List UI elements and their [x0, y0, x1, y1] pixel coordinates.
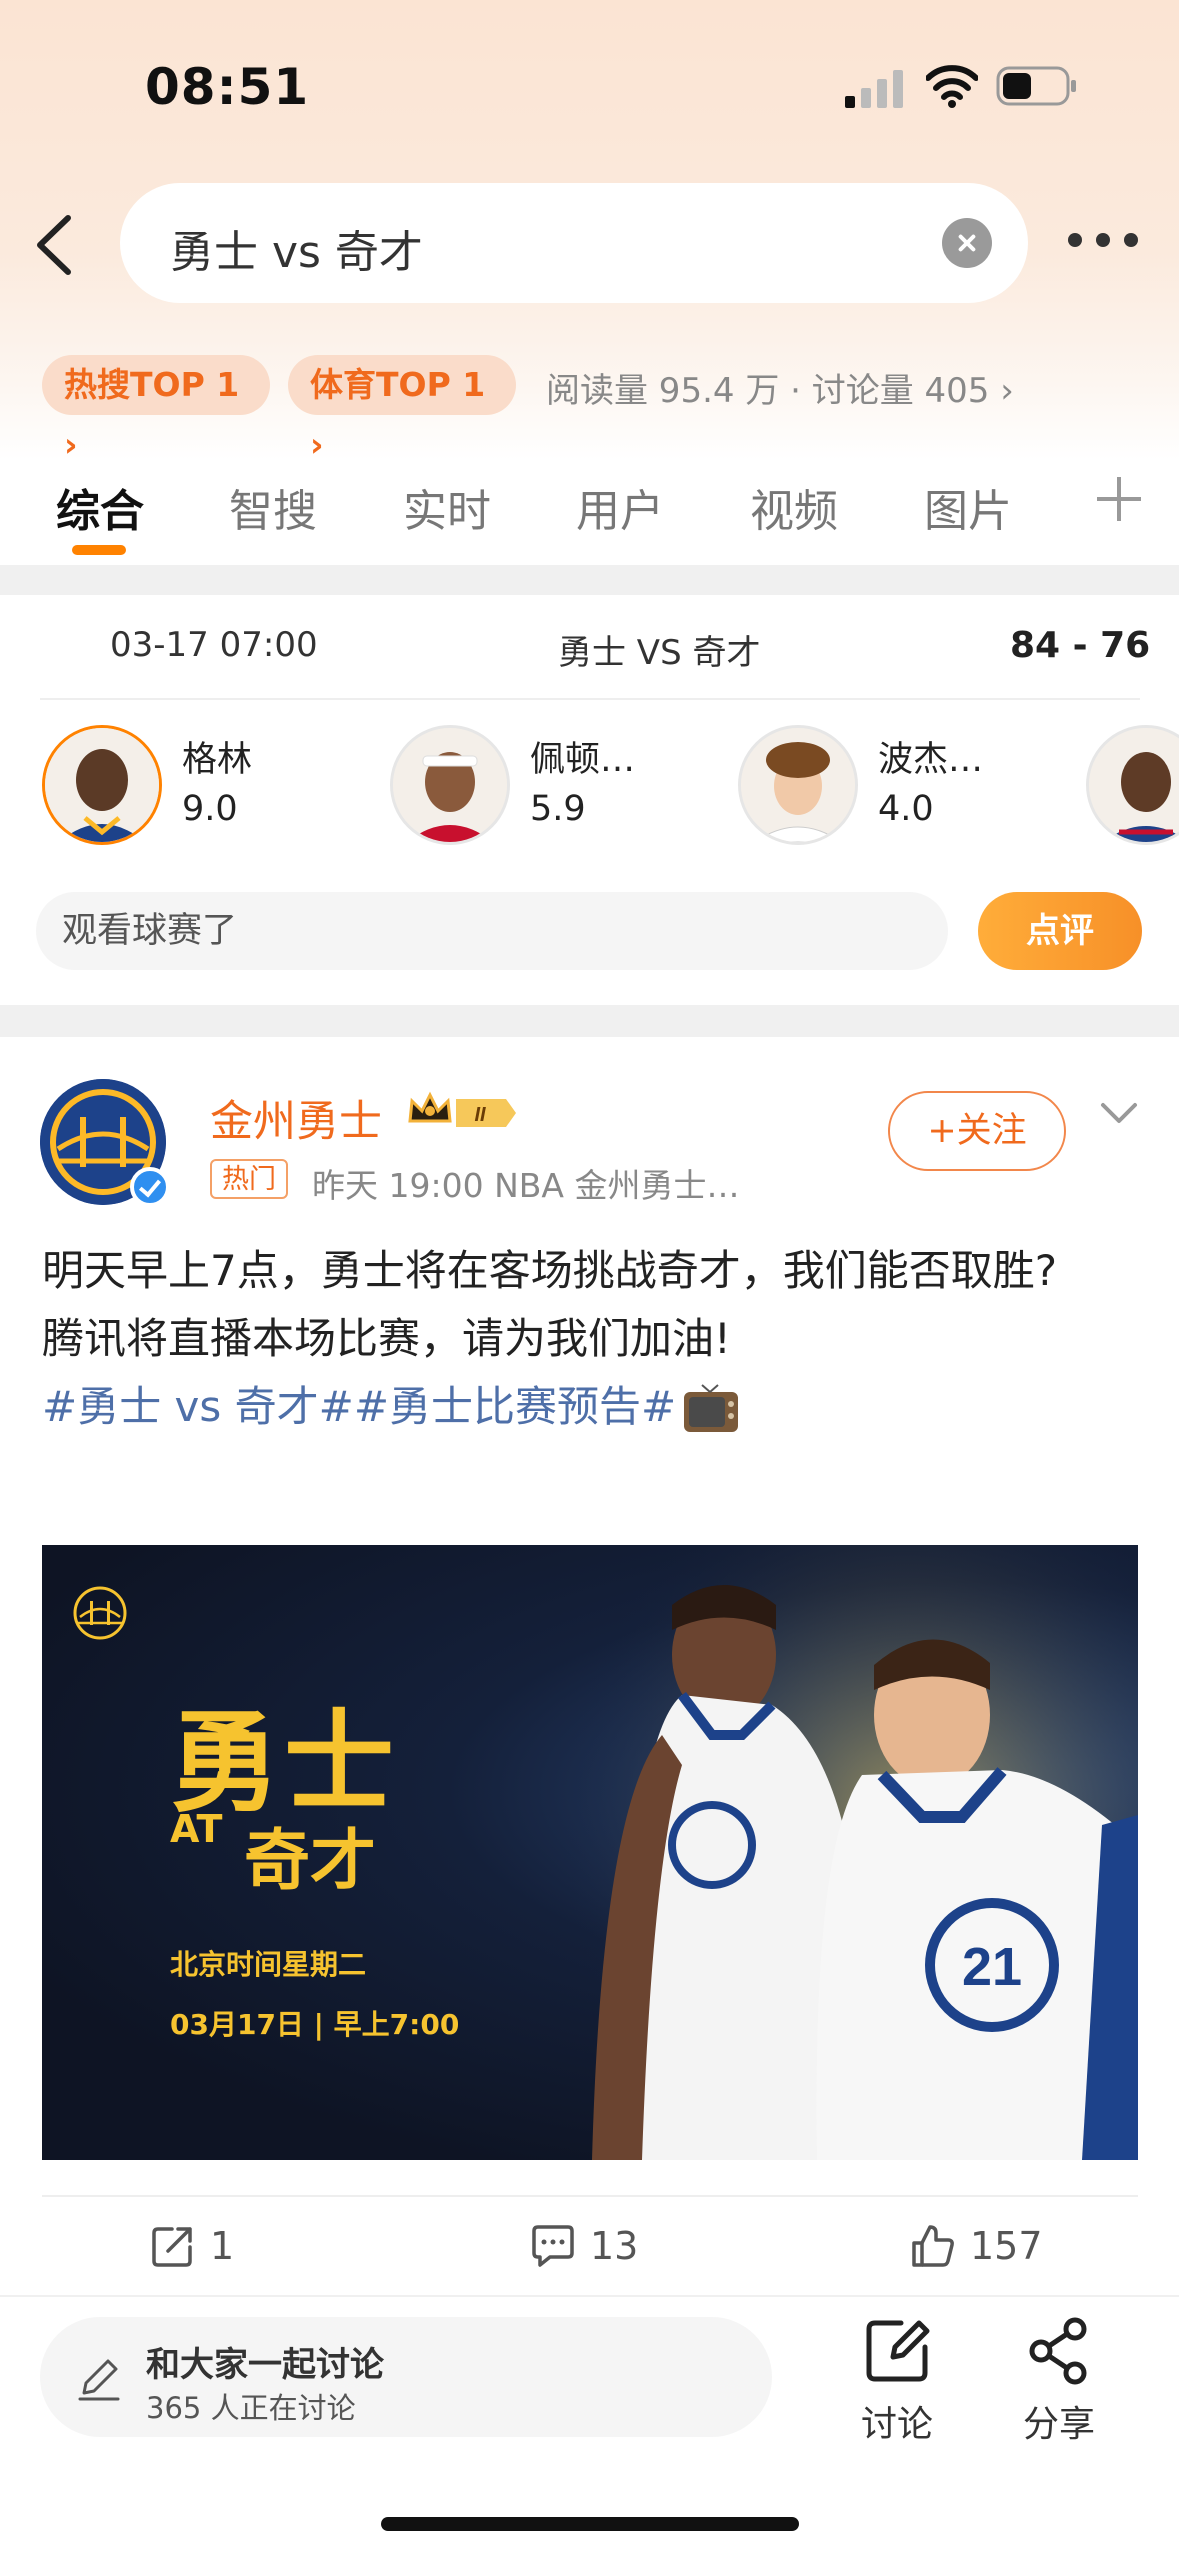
section-divider	[0, 565, 1179, 595]
comment-icon	[532, 2225, 574, 2267]
tab-realtime[interactable]: 实时	[403, 475, 491, 539]
player-avatar	[42, 725, 162, 845]
game-score: 84 - 76	[1010, 625, 1151, 666]
add-tab-icon[interactable]	[1097, 477, 1141, 521]
team-logo-icon	[73, 1586, 127, 1640]
discuss-prompt: 和大家一起讨论	[146, 2345, 384, 2385]
player-rating-item[interactable]: 波杰… 4.0	[738, 725, 1038, 845]
tab-users[interactable]: 用户	[576, 475, 664, 539]
pencil-icon	[78, 2359, 120, 2401]
cellular-signal-icon	[845, 70, 903, 108]
status-time: 08:51	[145, 58, 310, 116]
clear-search-icon[interactable]	[942, 218, 992, 268]
post-hashtags-line: #勇士 vs 奇才##勇士比赛预告#	[42, 1373, 1142, 1441]
poster-at-label: AT	[170, 1807, 223, 1851]
tab-videos[interactable]: 视频	[750, 475, 838, 539]
wifi-icon	[926, 65, 978, 108]
player-score: 5.9	[530, 789, 586, 829]
player-rating-item[interactable]: 格林 9.0	[42, 725, 342, 845]
comment-button[interactable]: 13	[530, 2221, 638, 2271]
post-body: 明天早上7点，勇士将在客场挑战奇才，我们能否取胜? 腾讯将直播本场比赛，请为我们…	[42, 1237, 1142, 1441]
back-icon[interactable]	[30, 210, 80, 280]
game-matchup: 勇士 VS 奇才	[558, 633, 761, 673]
status-bar: 08:51	[0, 0, 1179, 170]
post-image-poster[interactable]: 勇士 AT 奇才 北京时间星期二 03月17日 | 早上7:00 21	[42, 1545, 1138, 2160]
player-score: 4.0	[878, 789, 934, 829]
post-text-line: 腾讯将直播本场比赛，请为我们加油!	[42, 1314, 731, 1363]
section-divider	[0, 1005, 1179, 1037]
game-comment-input[interactable]: 观看球赛了	[36, 892, 948, 970]
poster-timezone: 北京时间星期二	[170, 1948, 367, 1981]
search-input[interactable]: 勇士 vs 奇才	[120, 183, 1028, 303]
player-rating-item[interactable]: 佩顿… 5.9	[390, 725, 690, 845]
hot-search-rank-badge[interactable]: 热搜TOP 1 ›	[42, 355, 270, 464]
tv-emoji-icon	[684, 1383, 739, 1432]
post-meta: 昨天 19:00 NBA 金州勇士…	[312, 1166, 740, 1205]
like-count: 157	[970, 2224, 1043, 2268]
poster-datetime: 03月17日 | 早上7:00	[170, 2008, 460, 2041]
weibo-post[interactable]: 金州勇士 II 热门 昨天 19:00 NBA 金州勇士… +关注 明天早上7点…	[0, 1037, 1179, 2295]
edit-square-icon	[866, 2320, 930, 2382]
bottom-bar: 和大家一起讨论 365 人正在讨论 讨论 分享	[0, 2295, 1179, 2556]
share-button[interactable]: 分享	[1004, 2315, 1114, 2445]
sports-rank-badge[interactable]: 体育TOP 1 ›	[288, 355, 516, 464]
discuss-input[interactable]: 和大家一起讨论 365 人正在讨论	[40, 2317, 772, 2437]
comment-count: 13	[590, 2224, 639, 2268]
search-query: 勇士 vs 奇才	[170, 227, 423, 278]
crown-level-icon: II	[408, 1091, 516, 1127]
rate-button[interactable]: 点评	[978, 892, 1142, 970]
chevron-down-icon[interactable]	[1100, 1101, 1138, 1125]
tab-comprehensive[interactable]: 综合	[56, 475, 144, 539]
repost-count: 1	[210, 2224, 235, 2268]
home-indicator[interactable]	[381, 2517, 799, 2531]
game-score-card[interactable]: 03-17 07:00 勇士 VS 奇才 84 - 76 格林 9.0 佩顿… …	[0, 595, 1179, 1005]
repost-button[interactable]: 1	[150, 2221, 234, 2271]
like-icon	[912, 2225, 954, 2267]
more-options-icon[interactable]	[1068, 233, 1138, 253]
svg-text:21: 21	[962, 1937, 1022, 1997]
player-avatar	[1086, 725, 1179, 845]
player-score: 9.0	[182, 789, 238, 829]
level-label: II	[474, 1104, 486, 1126]
share-label: 分享	[1022, 2404, 1095, 2445]
game-date: 03-17 07:00	[110, 625, 318, 665]
player-avatar	[738, 725, 858, 845]
player-avatar	[390, 725, 510, 845]
like-button[interactable]: 157	[910, 2221, 1043, 2271]
verified-icon	[130, 1167, 170, 1207]
repost-icon	[152, 2227, 192, 2267]
battery-icon	[996, 66, 1076, 106]
player-name: 波杰…	[878, 740, 984, 780]
post-action-bar: 1 13 157	[0, 2195, 1179, 2285]
share-icon	[1029, 2317, 1087, 2385]
search-tabs: 综合 智搜 实时 用户 视频 图片	[0, 455, 1179, 565]
hot-tag: 热门	[210, 1159, 288, 1199]
poster-opponent: 奇才	[244, 1822, 376, 1899]
player-name: 格林	[182, 740, 253, 780]
hashtag-link[interactable]: #勇士 vs 奇才##勇士比赛预告#	[42, 1382, 676, 1431]
card-divider	[40, 698, 1140, 700]
author-name[interactable]: 金州勇士	[210, 1087, 382, 1149]
player-name: 佩顿…	[530, 740, 636, 780]
active-tab-indicator	[72, 545, 126, 555]
post-text-line: 明天早上7点，勇士将在客场挑战奇才，我们能否取胜?	[42, 1246, 1058, 1295]
tab-images[interactable]: 图片	[924, 475, 1012, 539]
action-divider	[42, 2195, 1138, 2197]
read-discuss-stats[interactable]: 阅读量 95.4 万 · 讨论量 405 ›	[546, 363, 1014, 412]
follow-button[interactable]: +关注	[888, 1091, 1066, 1171]
tab-smart-search[interactable]: 智搜	[229, 475, 317, 539]
players-photo: 21	[562, 1545, 1138, 2160]
player-rating-item[interactable]	[1086, 725, 1179, 845]
discuss-label: 讨论	[860, 2404, 933, 2445]
discuss-button[interactable]: 讨论	[842, 2315, 952, 2445]
discuss-count: 365 人正在讨论	[146, 2391, 356, 2425]
